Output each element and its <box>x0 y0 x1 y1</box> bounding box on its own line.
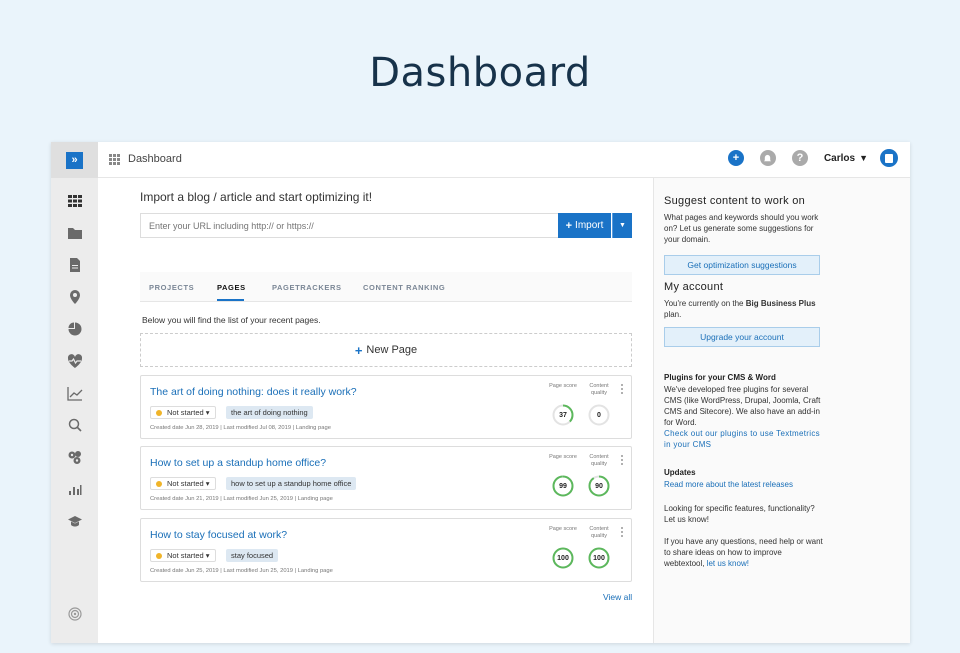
trend-icon <box>66 387 82 401</box>
more-options-icon[interactable] <box>621 384 624 396</box>
status-dropdown[interactable]: Not started ▾ <box>150 549 216 562</box>
sidebar-item-settings[interactable] <box>51 604 98 624</box>
content-quality-label: Content quality <box>589 454 609 467</box>
folder-icon <box>67 228 82 239</box>
page-meta: Created date Jun 21, 2019 | Last modifie… <box>150 496 333 502</box>
settings-group-icon <box>68 451 81 464</box>
breadcrumb-title: Dashboard <box>128 153 182 165</box>
sidebar-item-locations[interactable] <box>51 287 98 307</box>
updates-link[interactable]: Read more about the latest releases <box>664 479 824 490</box>
pie-chart-icon <box>68 322 81 336</box>
active-tab-indicator <box>217 299 244 301</box>
dashboard-grid-icon <box>67 195 82 207</box>
content-quality-value: 100 <box>593 554 605 562</box>
sidebar-item-pages[interactable] <box>51 255 98 275</box>
sidebar-item-search[interactable] <box>51 415 98 435</box>
tab-pagetrackers[interactable]: PAGETRACKERS <box>272 283 342 292</box>
document-icon <box>69 258 80 272</box>
notifications-icon[interactable] <box>759 150 776 166</box>
top-bar: Dashboard + ? Carlos ▼ <box>98 142 910 178</box>
sidebar: » <box>51 142 98 643</box>
features-text: Looking for specific features, functiona… <box>664 504 815 524</box>
plugins-title: Plugins for your CMS & Word <box>664 373 776 382</box>
page-score-label: Page score <box>549 526 577 532</box>
import-title: Import a blog / article and start optimi… <box>140 190 373 204</box>
plugins-text: We've developed free plugins for several… <box>664 384 824 450</box>
page-title-link[interactable]: How to set up a standup home office? <box>150 457 326 469</box>
tab-projects[interactable]: PROJECTS <box>149 283 194 292</box>
location-pin-icon <box>69 290 80 304</box>
user-menu[interactable]: Carlos <box>824 153 855 164</box>
page-title-link[interactable]: The art of doing nothing: does it really… <box>150 386 357 398</box>
get-suggestions-button[interactable]: Get optimization suggestions <box>664 255 820 275</box>
content-quality-value: 0 <box>597 411 601 419</box>
plus-icon: + <box>354 342 363 358</box>
avatar[interactable] <box>880 149 898 167</box>
help-icon[interactable]: ? <box>791 150 808 166</box>
chevron-double-right-icon: » <box>66 151 83 169</box>
page-heading: Dashboard <box>369 50 591 96</box>
page-score-value: 37 <box>559 411 567 419</box>
updates-title: Updates <box>664 468 696 477</box>
account-title: My account <box>664 281 724 293</box>
sidebar-item-analytics[interactable] <box>51 479 98 499</box>
right-panel: Suggest content to work on What pages an… <box>653 178 910 643</box>
content-quality-label: Content quality <box>589 526 609 539</box>
page-score-label: Page score <box>549 454 577 460</box>
page-card: The art of doing nothing: does it really… <box>140 375 632 439</box>
import-button[interactable]: + Import <box>558 213 611 238</box>
apps-grid-icon[interactable] <box>109 154 120 165</box>
status-dropdown[interactable]: Not started ▾ <box>150 477 216 490</box>
keyword-tag: the art of doing nothing <box>226 406 313 419</box>
import-dropdown-button[interactable]: ▼ <box>612 213 632 238</box>
tab-content-ranking[interactable]: CONTENT RANKING <box>363 283 445 292</box>
view-all-link[interactable]: View all <box>603 592 632 602</box>
page-card: How to set up a standup home office? Not… <box>140 446 632 510</box>
heart-pulse-icon <box>67 354 82 368</box>
contact-link[interactable]: let us know! <box>707 559 749 568</box>
add-icon[interactable]: + <box>727 150 744 166</box>
page-score-value: 100 <box>557 554 569 562</box>
suggest-text: What pages and keywords should you work … <box>664 213 819 244</box>
sidebar-item-trends[interactable] <box>51 383 98 403</box>
search-icon <box>68 418 82 432</box>
plugins-link[interactable]: Check out our plugins to use Textmetrics… <box>664 428 824 450</box>
sidebar-item-reports[interactable] <box>51 319 98 339</box>
content-quality-value: 90 <box>595 482 603 490</box>
page-title-link[interactable]: How to stay focused at work? <box>150 529 287 541</box>
gear-icon <box>67 607 82 621</box>
new-page-button[interactable]: + New Page <box>140 333 632 367</box>
more-options-icon[interactable] <box>621 455 624 467</box>
page-score-label: Page score <box>549 383 577 389</box>
sidebar-toggle-button[interactable]: » <box>51 142 98 178</box>
page-meta: Created date Jun 25, 2019 | Last modifie… <box>150 568 333 574</box>
url-input[interactable] <box>140 213 559 238</box>
tab-pages[interactable]: PAGES <box>217 283 246 292</box>
page-score-value: 99 <box>559 482 567 490</box>
bar-chart-icon <box>68 485 81 495</box>
page-card: How to stay focused at work? Not started… <box>140 518 632 582</box>
keyword-tag: how to set up a standup home office <box>226 477 357 490</box>
sidebar-item-academy[interactable] <box>51 511 98 531</box>
app-window: » Dashboard + ? Carlos ▼ Import a blog /… <box>51 142 910 643</box>
status-dropdown[interactable]: Not started ▾ <box>150 406 216 419</box>
more-options-icon[interactable] <box>621 527 624 539</box>
pages-intro: Below you will find the list of your rec… <box>142 315 321 325</box>
sidebar-item-integrations[interactable] <box>51 447 98 467</box>
main-content: Import a blog / article and start optimi… <box>98 178 652 643</box>
sidebar-item-dashboard[interactable] <box>51 191 98 211</box>
bell-icon <box>764 154 772 161</box>
suggest-title: Suggest content to work on <box>664 195 806 207</box>
sidebar-item-projects[interactable] <box>51 223 98 243</box>
sidebar-item-health[interactable] <box>51 351 98 371</box>
content-quality-label: Content quality <box>589 383 609 396</box>
caret-down-icon[interactable]: ▼ <box>859 153 868 163</box>
tab-bar: PROJECTS PAGES PAGETRACKERS CONTENT RANK… <box>140 272 632 302</box>
keyword-tag: stay focused <box>226 549 279 562</box>
help-text: If you have any questions, need help or … <box>664 537 823 568</box>
account-text: You're currently on the Big Business Plu… <box>664 299 816 319</box>
graduation-cap-icon <box>67 516 82 527</box>
page-meta: Created date Jun 28, 2019 | Last modifie… <box>150 425 331 431</box>
upgrade-account-button[interactable]: Upgrade your account <box>664 327 820 347</box>
